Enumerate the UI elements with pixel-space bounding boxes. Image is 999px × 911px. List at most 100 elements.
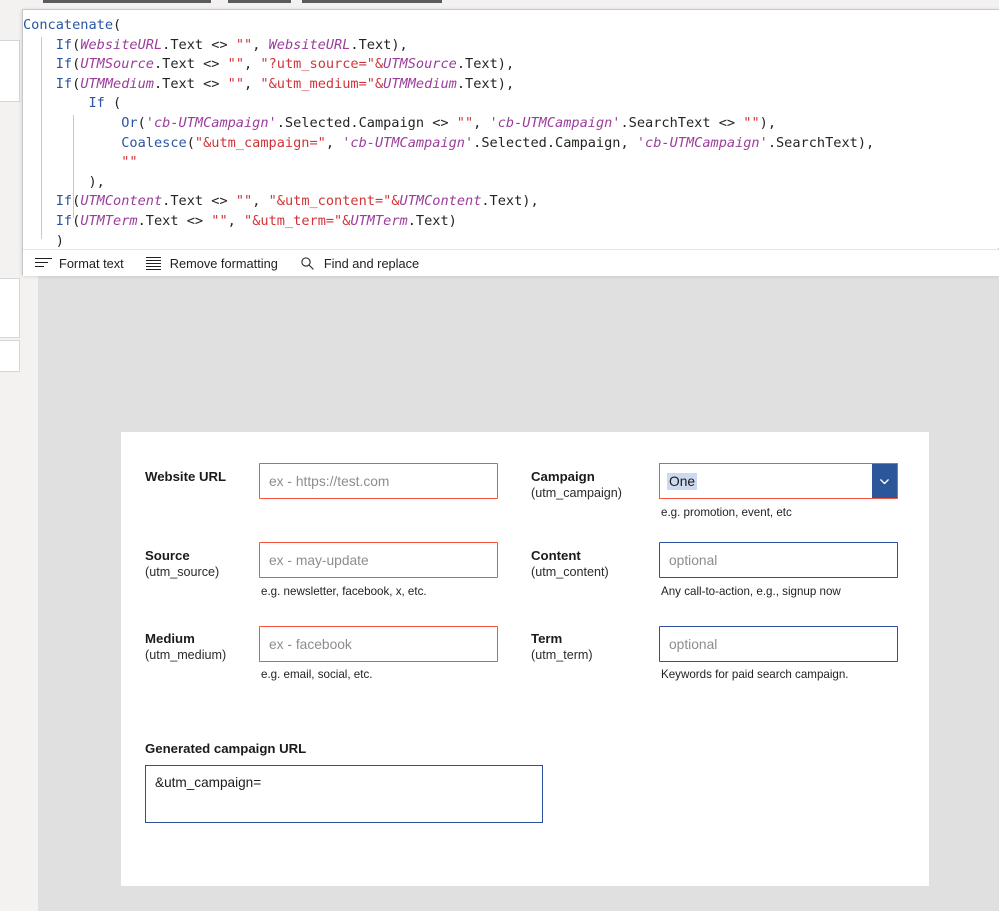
code-token: UTMTerm <box>80 212 138 229</box>
code-token: .Text), <box>481 193 539 210</box>
code-token: .SearchText), <box>767 134 875 151</box>
code-token: .Text <> <box>137 212 212 229</box>
code-token: .SearchText <> <box>620 114 744 131</box>
field-label-source: Source (utm_source) <box>145 547 255 581</box>
generated-url-section: Generated campaign URL <box>145 741 565 828</box>
formula-code-scroll[interactable]: Concatenate( If(WebsiteURL.Text <> "", W… <box>23 10 999 248</box>
code-token: "" <box>235 193 253 210</box>
label-text: Content <box>531 548 581 563</box>
remove-formatting-button[interactable]: Remove formatting <box>145 250 278 277</box>
find-and-replace-label: Find and replace <box>323 255 420 271</box>
code-token: If <box>55 75 73 92</box>
code-token: ( <box>186 134 195 151</box>
code-token: "" <box>211 212 228 229</box>
code-token: .Text), <box>350 36 408 53</box>
code-token: .Text <> <box>162 193 236 210</box>
code-token: 'cb-UTMCampaign' <box>489 114 621 131</box>
code-token: Concatenate <box>23 17 114 33</box>
code-token: WebsiteURL <box>80 36 163 53</box>
code-token: If <box>55 193 73 210</box>
code-token: .Text) <box>407 212 457 229</box>
content-input[interactable] <box>659 542 898 578</box>
find-and-replace-button[interactable]: Find and replace <box>300 250 419 277</box>
code-token: .Text <> <box>153 75 228 92</box>
campaign-combobox-text[interactable]: One <box>660 464 872 498</box>
campaign-selected-value: One <box>667 472 698 490</box>
campaign-dropdown-button[interactable] <box>872 464 897 498</box>
label-text: Campaign <box>531 469 595 484</box>
window-top-strip <box>0 0 999 9</box>
source-input[interactable] <box>259 542 498 578</box>
formula-code[interactable]: Concatenate( If(WebsiteURL.Text <> "", W… <box>23 10 999 248</box>
code-token: .Text), <box>456 56 515 73</box>
code-token: UTMSource <box>383 56 457 73</box>
code-token: , <box>325 134 343 151</box>
ribbon-tab-bar <box>228 0 291 3</box>
utm-builder-card: Website URL Source (utm_source) e.g. new… <box>121 432 929 886</box>
label-subtext: (utm_medium) <box>145 648 227 662</box>
label-text: Term <box>531 631 563 646</box>
code-token: .Selected.Campaign <> <box>276 114 457 131</box>
label-subtext: (utm_campaign) <box>531 486 622 500</box>
code-token: UTMMedium <box>383 75 457 92</box>
field-label-content: Content (utm_content) <box>531 547 655 581</box>
code-token: "" <box>121 154 138 171</box>
content-hint: Any call-to-action, e.g., signup now <box>661 585 841 598</box>
code-token: "" <box>235 36 253 53</box>
format-text-button[interactable]: Format text <box>35 250 124 277</box>
remove-formatting-label: Remove formatting <box>169 255 278 271</box>
code-token: , <box>244 75 261 92</box>
chevron-down-icon <box>880 478 889 484</box>
medium-input[interactable] <box>259 626 498 662</box>
code-token: UTMContent <box>399 193 482 210</box>
code-token: 'cb-UTMCampaign' <box>636 134 768 151</box>
code-token: If <box>55 212 73 229</box>
code-token: UTMTerm <box>350 212 408 229</box>
campaign-combobox[interactable]: One <box>659 463 898 499</box>
indent-guide <box>41 37 42 239</box>
source-hint: e.g. newsletter, facebook, x, etc. <box>261 585 427 598</box>
medium-hint: e.g. email, social, etc. <box>261 668 373 681</box>
code-token: "" <box>456 114 474 131</box>
code-token: If <box>55 56 73 73</box>
code-token: .Text <> <box>153 56 228 73</box>
formula-format-toolbar: Format text Remove formatting Find and r… <box>23 249 999 276</box>
code-token: "" <box>227 56 245 73</box>
ribbon-tab-bar <box>43 0 211 3</box>
field-label-website-url: Website URL <box>145 468 255 485</box>
code-token: & <box>391 193 400 210</box>
code-token: & <box>374 56 384 73</box>
code-token: , <box>252 193 269 210</box>
code-token: , <box>227 212 245 229</box>
code-token: .Text <> <box>162 36 236 53</box>
code-token: "" <box>227 75 245 92</box>
code-token: .Text), <box>456 75 515 92</box>
code-token: "" <box>743 114 760 131</box>
code-token: "&utm_medium=" <box>260 75 375 92</box>
label-subtext: (utm_content) <box>531 565 609 579</box>
website-url-input[interactable] <box>259 463 498 499</box>
indent-guide <box>73 115 74 218</box>
code-token: & <box>374 75 384 92</box>
ribbon-tab-bar <box>302 0 442 3</box>
code-token: UTMContent <box>80 193 163 210</box>
label-text: Website URL <box>145 469 227 484</box>
code-token: , <box>473 114 490 131</box>
shell-panel-properties <box>0 278 20 338</box>
code-token: WebsiteURL <box>268 36 351 53</box>
formula-editor-flyout: Concatenate( If(WebsiteURL.Text <> "", W… <box>22 9 999 276</box>
search-icon <box>300 256 317 271</box>
term-input[interactable] <box>659 626 898 662</box>
code-token: , <box>252 36 269 53</box>
field-label-campaign: Campaign (utm_campaign) <box>531 468 655 502</box>
label-text: Source <box>145 548 190 563</box>
generated-url-textarea[interactable] <box>145 765 543 823</box>
shell-panel-tools <box>0 340 20 372</box>
